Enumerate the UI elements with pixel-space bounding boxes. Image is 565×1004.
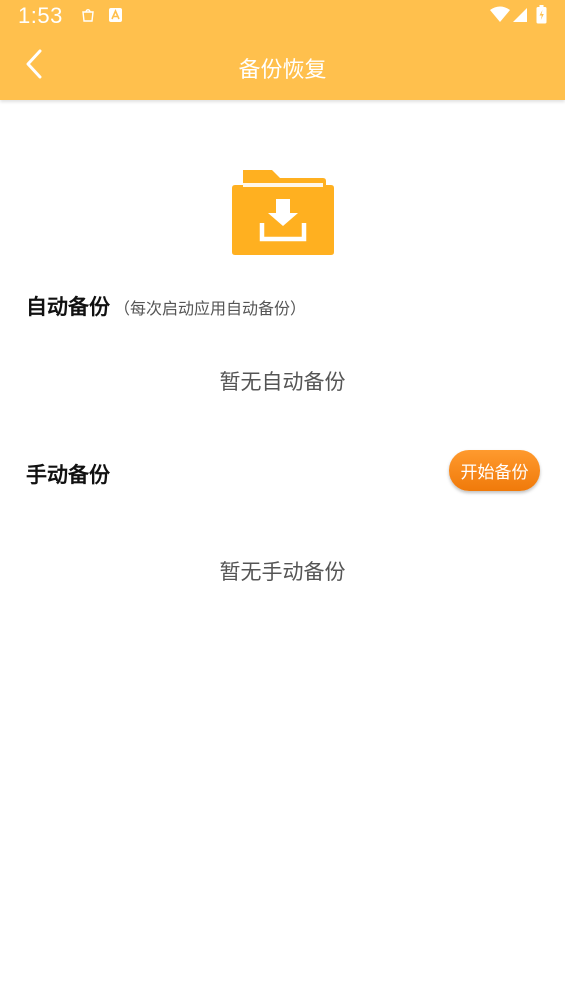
auto-backup-subtitle: （每次启动应用自动备份） (114, 299, 307, 318)
manual-backup-empty-text: 暂无手动备份 (219, 560, 346, 584)
folder-download-icon (230, 168, 336, 258)
auto-backup-title: 自动备份 (26, 295, 110, 319)
header: 1:53 备份恢复 (0, 0, 565, 100)
app-a-icon (108, 7, 123, 27)
wifi-icon (490, 6, 510, 27)
signal-icon (512, 7, 528, 27)
battery-icon (536, 5, 547, 28)
screen: 1:53 备份恢复 自动备份 （每次启动应用自动备份） 暂无自动备份 手动备份 … (0, 0, 565, 1004)
manual-backup-title: 手动备份 (26, 463, 110, 487)
page-title: 备份恢复 (238, 58, 327, 83)
status-bar: 1:53 (0, 0, 565, 34)
app-bar: 备份恢复 (0, 34, 565, 100)
status-time: 1:53 (18, 3, 63, 28)
auto-backup-heading: 自动备份 （每次启动应用自动备份） (26, 291, 306, 321)
auto-backup-empty-text: 暂无自动备份 (219, 370, 346, 394)
notification-bag-icon (80, 7, 96, 27)
start-backup-button[interactable]: 开始备份 (449, 450, 540, 491)
